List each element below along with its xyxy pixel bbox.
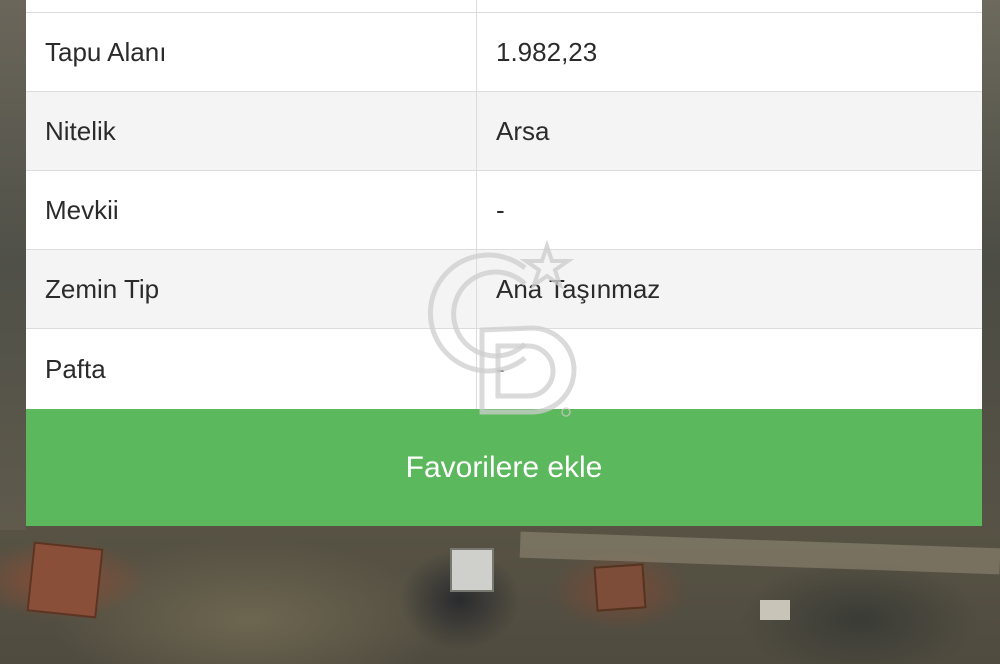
- table-row-tapu-alani: Tapu Alanı 1.982,23: [26, 13, 982, 92]
- property-details-panel: Tapu Alanı 1.982,23 Nitelik Arsa Mevkii …: [26, 0, 982, 526]
- map-building: [760, 600, 790, 620]
- table-row-pafta: Pafta -: [26, 329, 982, 409]
- map-building: [26, 541, 104, 619]
- map-building: [593, 563, 647, 612]
- row-value: -: [496, 353, 505, 384]
- row-label: [26, 0, 477, 12]
- table-row-zemin-tip: Zemin Tip Ana Taşınmaz: [26, 250, 982, 329]
- row-value: Ana Taşınmaz: [496, 273, 661, 304]
- map-background-left: [0, 0, 26, 530]
- row-value: [477, 0, 982, 12]
- row-label: Nitelik: [26, 92, 477, 170]
- table-row-nitelik: Nitelik Arsa: [26, 92, 982, 171]
- screen: Tapu Alanı 1.982,23 Nitelik Arsa Mevkii …: [0, 0, 1000, 664]
- row-label: Zemin Tip: [26, 250, 477, 328]
- row-label: Pafta: [26, 329, 477, 409]
- row-label: Tapu Alanı: [26, 13, 477, 91]
- add-to-favorites-button[interactable]: Favorilere ekle: [26, 409, 982, 526]
- map-building: [450, 548, 494, 592]
- map-background-right: [982, 0, 1000, 530]
- table-row-mevkii: Mevkii -: [26, 171, 982, 250]
- row-value: 1.982,23: [496, 36, 598, 67]
- row-label: Mevkii: [26, 171, 477, 249]
- row-value: Arsa: [496, 115, 550, 146]
- table-row: [26, 0, 982, 13]
- row-value: -: [496, 194, 505, 225]
- map-road: [519, 531, 1000, 575]
